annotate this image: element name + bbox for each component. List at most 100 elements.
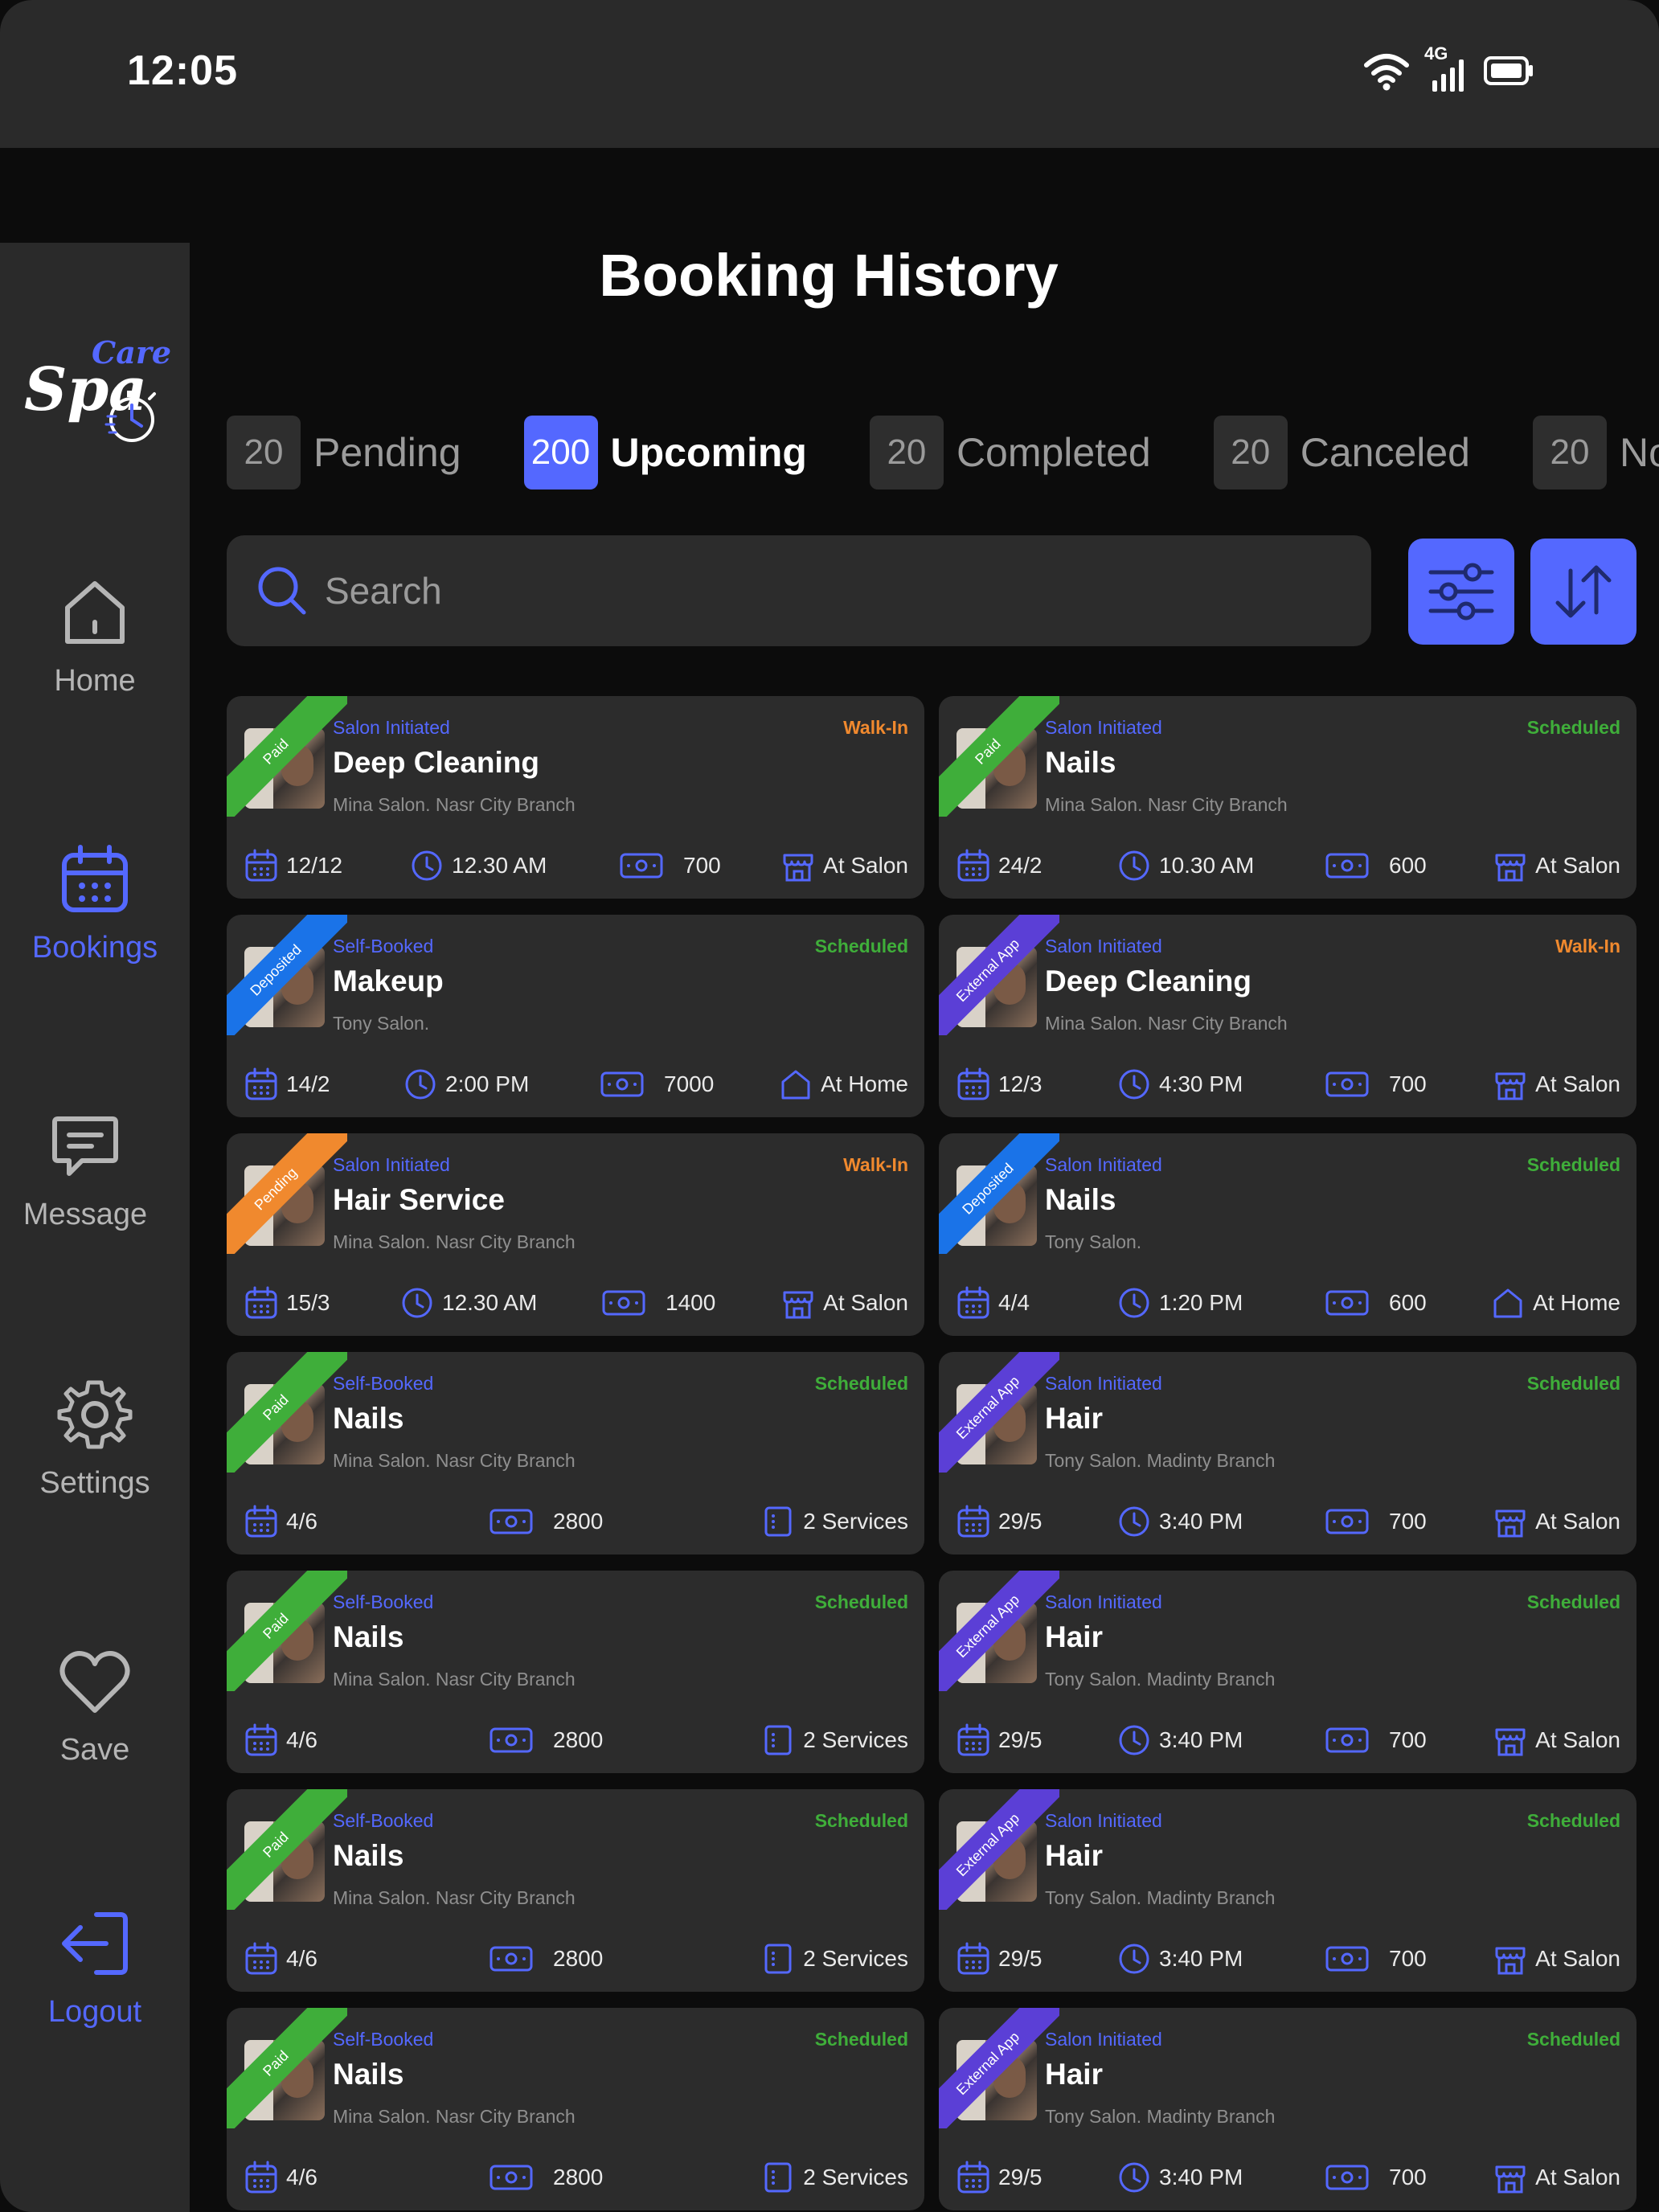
- booking-time: 12.30 AM: [410, 849, 547, 883]
- booking-price: 2800: [489, 1505, 603, 1538]
- booking-card[interactable]: Deposited Self-Booked Scheduled Makeup Tony …: [227, 915, 924, 1117]
- booking-services: 2 Services: [761, 1942, 908, 1976]
- booking-card[interactable]: Paid Salon Initiated Scheduled Nails Mina Sa…: [939, 696, 1636, 899]
- cash-icon: [490, 2165, 533, 2190]
- booking-card[interactable]: Pending Salon Initiated Walk-In Hair Servic…: [227, 1133, 924, 1336]
- home-icon: [1493, 1288, 1522, 1318]
- time-value: 12.30 AM: [452, 853, 547, 878]
- home-icon: [781, 1070, 810, 1100]
- services-list-icon: [764, 1506, 792, 1537]
- service-title: Nails: [333, 1402, 404, 1435]
- service-title: Nails: [1045, 746, 1116, 779]
- booking-location: At Salon: [1493, 1505, 1620, 1538]
- tab-completed[interactable]: 20 Completed: [869, 416, 1151, 490]
- sidebar-item-bookings[interactable]: Bookings: [0, 841, 190, 965]
- tab-pending[interactable]: 20 Pending: [227, 416, 461, 490]
- booking-time: 2:00 PM: [403, 1067, 529, 1101]
- sidebar-item-label: Settings: [39, 1466, 150, 1500]
- booking-card[interactable]: External App Salon Initiated Walk-In Deep C…: [939, 915, 1636, 1117]
- sidebar-item-message[interactable]: Message: [0, 1108, 170, 1232]
- logout-button[interactable]: Logout: [0, 1905, 190, 2030]
- price-value: 700: [1389, 1071, 1427, 1096]
- time-value: 3:40 PM: [1159, 2165, 1243, 2189]
- booking-card[interactable]: External App Salon Initiated Scheduled Hair…: [939, 2008, 1636, 2210]
- booking-card[interactable]: Paid Self-Booked Scheduled Nails Mina Salon.…: [227, 1571, 924, 1773]
- salon-branch: Mina Salon. Nasr City Branch: [333, 1450, 576, 1471]
- cash-icon: [490, 1727, 533, 1753]
- sidebar-item-label: Save: [59, 1733, 130, 1767]
- payment-ribbon: External App: [939, 1789, 1059, 1910]
- price-value: 600: [1389, 853, 1427, 878]
- booking-status: Scheduled: [814, 1810, 908, 1831]
- time-value: 12.30 AM: [442, 1290, 538, 1315]
- salon-store-icon: [1495, 2165, 1526, 2194]
- calendar-icon: [245, 1067, 277, 1100]
- calendar-icon: [62, 845, 128, 912]
- price-value: 700: [683, 853, 721, 878]
- payment-badge: External App: [939, 1789, 1059, 1910]
- calendar-icon: [957, 1723, 989, 1756]
- booking-card[interactable]: External App Salon Initiated Scheduled Hair…: [939, 1352, 1636, 1555]
- sidebar-item-home[interactable]: Home: [0, 574, 190, 698]
- sidebar-item-save[interactable]: Save: [0, 1643, 190, 1768]
- service-title: Deep Cleaning: [333, 746, 539, 779]
- payment-ribbon: Paid: [227, 696, 347, 817]
- tab-no-show[interactable]: 20 No Show: [1533, 416, 1659, 490]
- date-value: 29/5: [998, 1946, 1043, 1971]
- booking-status: Scheduled: [1526, 1154, 1620, 1175]
- booking-card[interactable]: Paid Self-Booked Scheduled Nails Mina Salon.…: [227, 2008, 924, 2210]
- booking-card[interactable]: External App Salon Initiated Scheduled Hair…: [939, 1571, 1636, 1773]
- booking-date: 4/6: [244, 1723, 317, 1757]
- booking-price: 2800: [489, 2161, 603, 2194]
- search-bar[interactable]: Search: [227, 535, 1371, 646]
- booking-source: Salon Initiated: [1045, 1810, 1162, 1831]
- services-count: 2 Services: [803, 1509, 908, 1534]
- booking-date: 15/3: [244, 1286, 330, 1320]
- booking-date: 12/3: [956, 1067, 1043, 1101]
- tab-canceled[interactable]: 20 Canceled: [1213, 416, 1470, 490]
- location-value: At Salon: [1535, 1727, 1620, 1752]
- payment-ribbon: Deposited: [939, 1133, 1059, 1254]
- logout-icon: [62, 1912, 128, 1975]
- gear-icon: [57, 1380, 133, 1449]
- booking-card[interactable]: Paid Salon Initiated Walk-In Deep Cleaning M…: [227, 696, 924, 899]
- booking-card[interactable]: Paid Self-Booked Scheduled Nails Mina Salon.…: [227, 1789, 924, 1992]
- booking-card[interactable]: Deposited Salon Initiated Scheduled Nails To…: [939, 1133, 1636, 1336]
- booking-source: Self-Booked: [333, 1373, 434, 1394]
- cash-icon: [602, 1290, 645, 1316]
- sort-button[interactable]: [1530, 539, 1636, 645]
- booking-source: Self-Booked: [333, 2029, 434, 2050]
- search-input[interactable]: Search: [325, 569, 442, 612]
- payment-badge: External App: [939, 1571, 1059, 1691]
- booking-card[interactable]: Paid Self-Booked Scheduled Nails Mina Salon.…: [227, 1352, 924, 1555]
- clock-icon: [1119, 850, 1149, 881]
- service-title: Hair: [1045, 1402, 1103, 1435]
- booking-status: Scheduled: [814, 936, 908, 956]
- payment-ribbon: External App: [939, 1352, 1059, 1473]
- booking-source: Salon Initiated: [1045, 2029, 1162, 2050]
- cash-icon: [490, 1509, 533, 1534]
- time-value: 3:40 PM: [1159, 1509, 1243, 1534]
- sidebar-item-label: Home: [54, 664, 136, 698]
- booking-price: 700: [1325, 1723, 1427, 1757]
- date-value: 24/2: [998, 853, 1043, 878]
- tab-label: Canceled: [1300, 430, 1470, 475]
- time-value: 1:20 PM: [1159, 1290, 1243, 1315]
- location-value: At Salon: [823, 1290, 908, 1315]
- filter-button[interactable]: [1408, 539, 1514, 645]
- location-value: At Salon: [1535, 1071, 1620, 1096]
- sidebar-item-settings[interactable]: Settings: [0, 1376, 190, 1501]
- booking-time: 12.30 AM: [400, 1286, 537, 1320]
- price-value: 700: [1389, 1727, 1427, 1752]
- booking-services: 2 Services: [761, 2161, 908, 2194]
- date-value: 29/5: [998, 1727, 1043, 1752]
- booking-card[interactable]: External App Salon Initiated Scheduled Hair…: [939, 1789, 1636, 1992]
- app-screen: 12:05 4G Care Spa Home Bookings Message …: [0, 0, 1659, 2212]
- booking-location: At Home: [779, 1067, 908, 1101]
- date-value: 4/6: [286, 1946, 317, 1971]
- status-icons: 4G: [1363, 43, 1535, 93]
- price-value: 700: [1389, 1509, 1427, 1534]
- clock-icon: [402, 1288, 432, 1318]
- tab-upcoming[interactable]: 200 Upcoming: [523, 416, 807, 490]
- booking-price: 1400: [601, 1286, 715, 1320]
